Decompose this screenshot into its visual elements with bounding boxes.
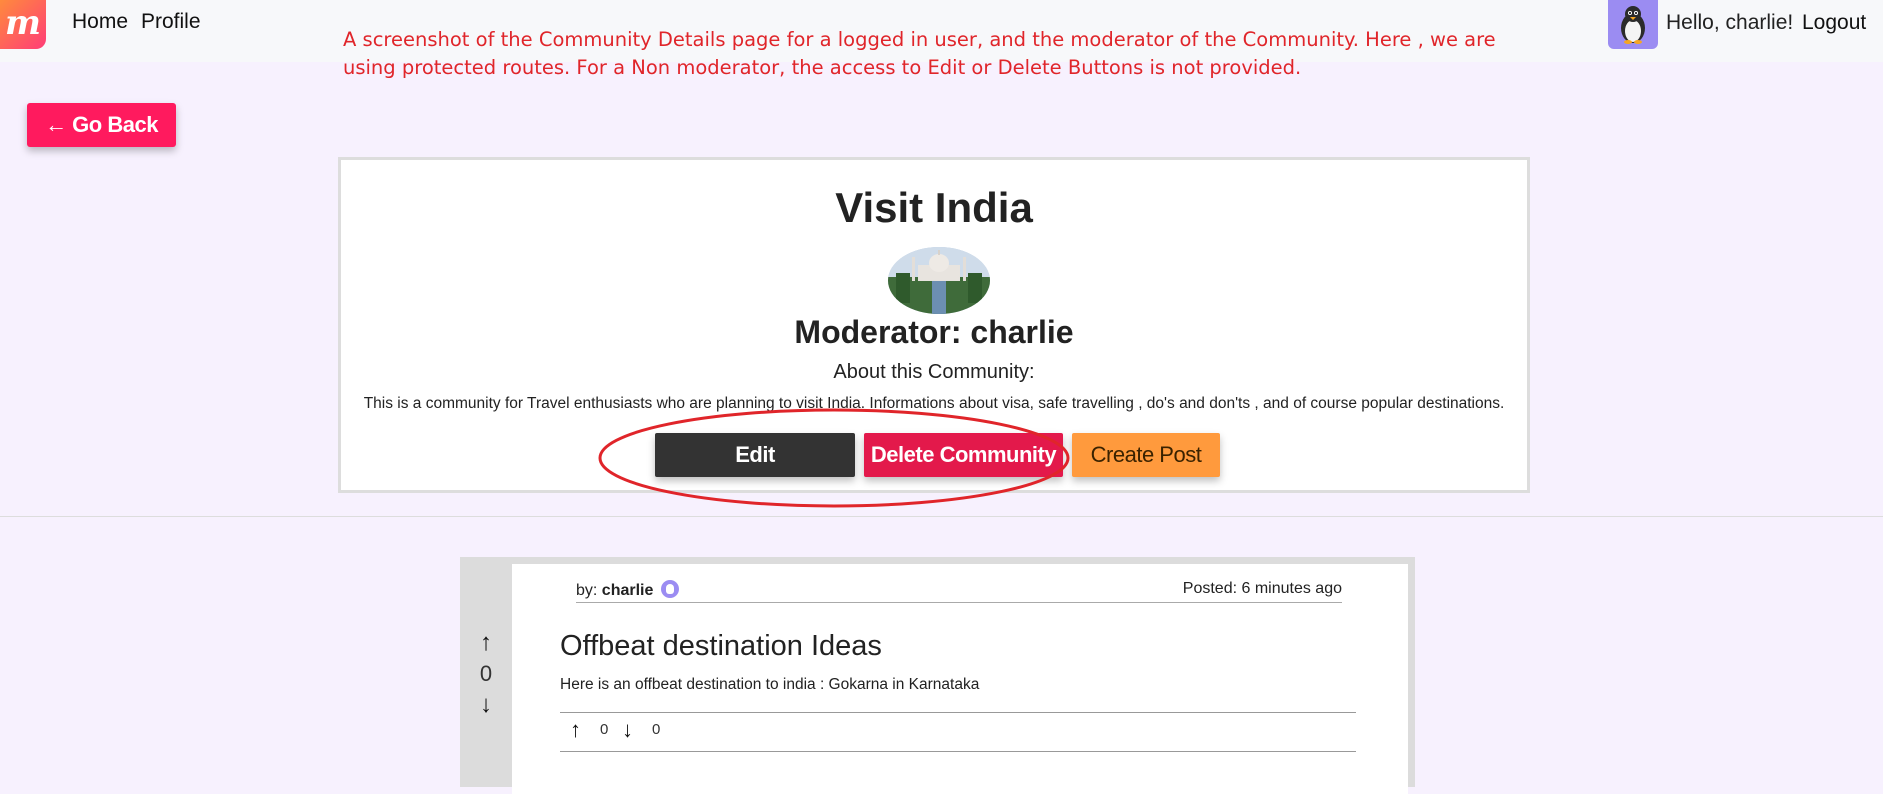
community-moderator: Moderator: charlie	[794, 314, 1074, 350]
post-upvote-count: 0	[600, 721, 609, 738]
annotation-highlight-ellipse	[598, 408, 1070, 508]
author-avatar-icon	[660, 580, 679, 598]
about-heading: About this Community:	[833, 361, 1035, 383]
downvote-arrow-icon[interactable]: ↓	[460, 689, 512, 721]
post-title[interactable]: Offbeat destination Ideas	[560, 630, 882, 663]
community-title: Visit India	[835, 184, 1033, 231]
nav-profile-link[interactable]: Profile	[141, 10, 201, 34]
author-name[interactable]: charlie	[602, 582, 654, 599]
upvote-arrow-icon[interactable]: ↑	[460, 627, 512, 659]
user-avatar[interactable]	[1608, 0, 1658, 49]
post-vote-count: 0	[479, 661, 493, 686]
post-upvote-icon[interactable]: ↑	[570, 717, 581, 743]
post-actions-bar: ↑ 0 ↓ 0	[560, 712, 1356, 752]
penguin-icon	[1621, 6, 1645, 44]
post-vote-column: ↑ 0 ↓	[460, 627, 512, 721]
post-body[interactable]: by: charlie Posted: 6 minutes ago Offbea…	[512, 564, 1408, 794]
post-card: ↑ 0 ↓ by: charlie Posted: 6 minutes ago …	[460, 557, 1415, 794]
section-divider	[0, 516, 1883, 517]
app-logo[interactable]: m	[0, 0, 46, 49]
community-image	[888, 247, 990, 314]
post-downvote-count: 0	[652, 721, 661, 738]
post-timestamp: Posted: 6 minutes ago	[1182, 580, 1342, 597]
post-meta: by: charlie Posted: 6 minutes ago	[576, 580, 1342, 603]
logout-link[interactable]: Logout	[1802, 11, 1866, 35]
user-greeting: Hello, charlie!	[1666, 11, 1794, 34]
go-back-button[interactable]: ← Go Back	[27, 103, 176, 147]
nav-home-link[interactable]: Home	[72, 10, 128, 34]
create-post-button[interactable]: Create Post	[1072, 433, 1220, 477]
post-author: by: charlie	[576, 580, 679, 600]
screenshot-annotation: A screenshot of the Community Details pa…	[343, 28, 1496, 79]
author-prefix: by:	[576, 582, 598, 599]
post-text: Here is an offbeat destination to india …	[560, 676, 980, 693]
post-downvote-icon[interactable]: ↓	[622, 717, 633, 743]
